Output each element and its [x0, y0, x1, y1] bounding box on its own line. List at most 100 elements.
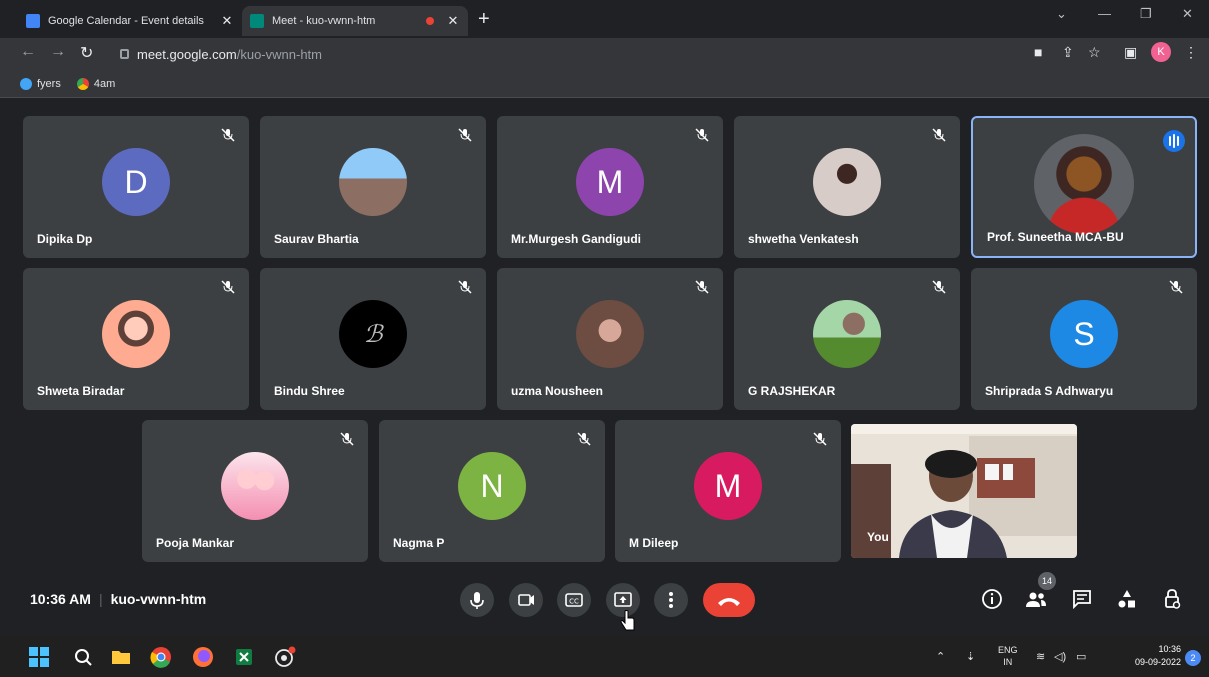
avatar: N	[458, 452, 526, 520]
close-tab-icon[interactable]: ✕	[446, 13, 460, 29]
chrome-icon	[76, 77, 89, 90]
mic-off-icon	[695, 280, 709, 294]
participant-tile[interactable]: M M Dileep	[615, 420, 841, 562]
system-clock[interactable]: 10:36 09-09-2022	[1135, 643, 1181, 669]
windows-taskbar: ⌃ ⇣ ENG IN ≋ ◁) ▭ 10:36 09-09-2022 2	[0, 636, 1209, 677]
participant-name: Nagma P	[393, 536, 445, 550]
mic-off-icon	[221, 128, 235, 142]
avatar-photo	[576, 300, 644, 368]
wifi-icon[interactable]: ≋	[1036, 650, 1045, 663]
participant-tile[interactable]: G RAJSHEKAR	[734, 268, 960, 410]
new-tab-button[interactable]: +	[478, 8, 490, 31]
host-controls-icon[interactable]	[1160, 587, 1184, 611]
profile-avatar[interactable]: K	[1151, 42, 1171, 62]
close-window-button[interactable]: ✕	[1182, 6, 1193, 22]
participant-name: Bindu Shree	[274, 384, 345, 398]
windows-start-icon[interactable]	[28, 646, 50, 668]
mic-off-icon	[932, 128, 946, 142]
video-camera-icon	[518, 594, 534, 606]
tab-title: Meet - kuo-vwnn-htm	[272, 15, 376, 27]
forward-icon[interactable]: →	[50, 43, 66, 61]
usb-icon[interactable]: ⇣	[966, 650, 975, 663]
microphone-button[interactable]	[460, 583, 494, 617]
participant-name: shwetha Venkatesh	[748, 232, 859, 246]
avatar: M	[576, 148, 644, 216]
show-hidden-icons-icon[interactable]: ⌃	[936, 650, 945, 663]
more-options-button[interactable]	[654, 583, 688, 617]
meeting-details-icon[interactable]	[980, 587, 1004, 611]
address-bar[interactable]: meet.google.com /kuo-vwnn-htm	[106, 42, 1026, 66]
participant-name: Prof. Suneetha MCA-BU	[987, 230, 1124, 244]
bookmark-fyers[interactable]: fyers	[20, 77, 61, 90]
side-panel-icon[interactable]: ▣	[1124, 44, 1137, 61]
participant-tile[interactable]: uzma Nousheen	[497, 268, 723, 410]
tab-google-calendar[interactable]: Google Calendar - Event details ✕	[18, 6, 242, 36]
share-icon[interactable]: ⇪	[1062, 44, 1074, 61]
firefox-icon[interactable]	[192, 646, 214, 668]
chrome-app-icon[interactable]	[274, 646, 296, 668]
language-indicator[interactable]: ENG IN	[998, 644, 1018, 668]
back-icon[interactable]: ←	[20, 43, 36, 61]
avatar: D	[102, 148, 170, 216]
bookmark-star-icon[interactable]: ☆	[1088, 44, 1101, 61]
chrome-icon[interactable]	[150, 646, 172, 668]
reload-icon[interactable]: ↻	[80, 43, 93, 63]
people-icon[interactable]	[1024, 587, 1048, 611]
file-explorer-icon[interactable]	[110, 646, 132, 668]
clock-time: 10:36	[1158, 644, 1181, 654]
mic-off-icon	[221, 280, 235, 294]
leave-call-button[interactable]	[703, 583, 755, 617]
mouse-pointer-icon	[620, 610, 635, 631]
participant-tile[interactable]: D Dipika Dp	[23, 116, 249, 258]
notification-badge[interactable]: 2	[1185, 650, 1201, 666]
restore-button[interactable]: ❐	[1140, 6, 1152, 22]
participant-tile[interactable]: shwetha Venkatesh	[734, 116, 960, 258]
calendar-icon	[26, 14, 40, 28]
camera-button[interactable]	[509, 583, 543, 617]
avatar-photo	[221, 452, 289, 520]
more-vert-icon	[669, 592, 673, 608]
mic-off-icon	[458, 128, 472, 142]
avatar-photo	[339, 148, 407, 216]
battery-icon[interactable]: ▭	[1076, 650, 1086, 663]
recording-indicator-icon	[426, 17, 434, 25]
participant-tile[interactable]: N Nagma P	[379, 420, 605, 562]
search-icon[interactable]	[72, 646, 94, 668]
participant-name: Shweta Biradar	[37, 384, 125, 398]
avatar-photo	[813, 148, 881, 216]
meet-icon	[250, 14, 264, 28]
bookmark-4am[interactable]: 4am	[76, 77, 115, 90]
participant-name: Mr.Murgesh Gandigudi	[511, 232, 642, 246]
self-video-tile[interactable]: You	[851, 424, 1077, 558]
participant-name: Dipika Dp	[37, 232, 93, 246]
minimize-button[interactable]: —	[1098, 6, 1111, 21]
camera-permission-icon[interactable]: ■	[1034, 44, 1042, 60]
tab-title: Google Calendar - Event details	[48, 15, 204, 27]
participant-tile[interactable]: Pooja Mankar	[142, 420, 368, 562]
participant-tile[interactable]: ℬ Bindu Shree	[260, 268, 486, 410]
close-tab-icon[interactable]: ✕	[220, 13, 234, 29]
participant-tile[interactable]: S Shripradа S Adhwaryu	[971, 268, 1197, 410]
tab-google-meet[interactable]: Meet - kuo-vwnn-htm ✕	[242, 6, 468, 36]
volume-icon[interactable]: ◁)	[1054, 650, 1066, 663]
tab-search-icon[interactable]: ⌄	[1056, 6, 1067, 22]
speaking-indicator-icon	[1163, 130, 1185, 152]
browser-tab-strip: Google Calendar - Event details ✕ Meet -…	[0, 0, 1209, 38]
excel-icon[interactable]	[233, 646, 255, 668]
participant-name: Saurav Bhartia	[274, 232, 359, 246]
bookmarks-bar: fyers 4am	[0, 70, 1209, 98]
chat-icon[interactable]	[1070, 587, 1094, 611]
participant-tile[interactable]: Saurav Bhartia	[260, 116, 486, 258]
participant-tile-speaking[interactable]: Prof. Suneetha MCA-BU	[971, 116, 1197, 258]
participant-tile[interactable]: Shweta Biradar	[23, 268, 249, 410]
menu-icon[interactable]: ⋮	[1184, 44, 1198, 61]
svg-text:CC: CC	[569, 598, 579, 606]
participant-tile[interactable]: M Mr.Murgesh Gandigudi	[497, 116, 723, 258]
bookmark-label: fyers	[37, 77, 61, 90]
activities-icon[interactable]	[1115, 587, 1139, 611]
captions-button[interactable]: CC	[557, 583, 591, 617]
participant-count-badge: 14	[1038, 572, 1056, 590]
participant-name: Pooja Mankar	[156, 536, 235, 550]
toolbar: ← → ↻ meet.google.com /kuo-vwnn-htm ■ ⇪ …	[0, 38, 1209, 70]
self-label: You	[867, 530, 889, 544]
